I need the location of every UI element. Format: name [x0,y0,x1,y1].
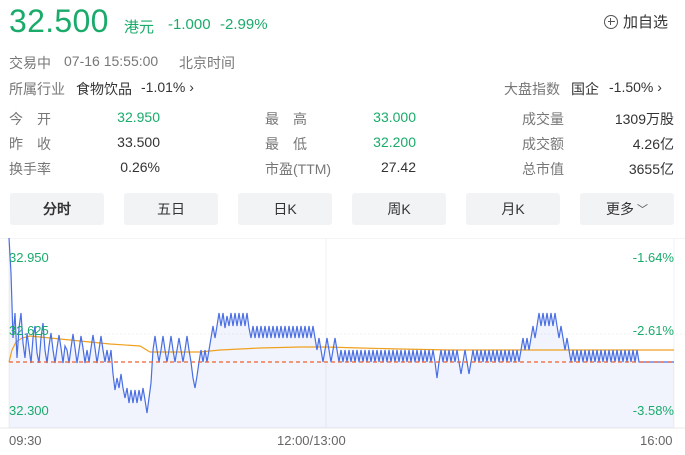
stat-label: 成交量 [522,111,564,127]
stat-value: 33.000 [373,109,416,125]
stat-label: 最 低 [265,136,307,152]
chevron-right-icon: › [189,79,194,95]
market-index-name: 国企 [571,81,599,97]
currency-label: 港元 [124,19,155,36]
tab-label: 更多 [606,201,634,217]
x-axis-label-close: 16:00 [640,433,673,448]
plus-circle-icon [604,14,618,29]
market-index-label: 大盘指数 [504,81,560,97]
price-area [9,238,674,428]
timezone-label: 北京时间 [179,55,235,71]
tab-label: 分时 [43,201,71,217]
add-watchlist-label: 加自选 [623,14,669,31]
tab-label: 周K [387,201,411,217]
stat-label: 换手率 [9,161,51,177]
stat-value: 32.950 [117,109,160,125]
industry-name: 食物饮品 [76,81,132,97]
stat-label: 昨 收 [9,136,51,152]
y-axis-right-top: -1.64% [633,250,675,265]
stat-value: 32.200 [373,134,416,150]
industry-change-link[interactable]: -1.01% › [141,79,194,95]
y-axis-left-bottom: 32.300 [9,403,49,418]
stat-value: 27.42 [380,159,416,175]
quote-datetime: 07-16 15:55:00 [64,53,159,69]
tab-five-day[interactable]: 五日 [124,193,218,225]
price-change-pct: -2.99% [220,16,268,33]
industry-label: 所属行业 [9,81,65,97]
stat-value: 4.26亿 [632,136,674,152]
stat-label: 成交额 [522,136,564,152]
market-index-change-link[interactable]: -1.50% › [609,79,662,95]
stat-label: 市盈(TTM) [265,161,332,177]
intraday-chart[interactable]: 32.950 32.625 32.300 -1.64% -2.61% -3.58… [0,238,685,433]
stat-label: 最 高 [265,111,307,127]
x-axis-label-open: 09:30 [9,433,42,448]
market-index-change: -1.50% [609,79,654,95]
tab-daily-k[interactable]: 日K [238,193,332,225]
stat-label: 今 开 [9,111,51,127]
stat-value: 1309万股 [614,111,674,127]
y-axis-left-top: 32.950 [9,250,49,265]
y-axis-right-mid: -2.61% [633,323,675,338]
price-change: -1.000 [168,16,211,33]
current-price: 32.500 [9,3,109,39]
chevron-down-icon: ﹀ [637,204,648,216]
tab-monthly-k[interactable]: 月K [466,193,560,225]
tab-label: 五日 [157,201,185,217]
tab-label: 日K [273,201,297,217]
tab-label: 月K [501,201,525,217]
market-index-link[interactable]: 国企 [571,79,599,99]
tab-more[interactable]: 更多 ﹀ [580,193,674,225]
tab-intraday[interactable]: 分时 [10,193,104,225]
stat-label: 总市值 [522,161,564,177]
y-axis-right-bottom: -3.58% [633,403,675,418]
industry-change: -1.01% [141,79,186,95]
trading-status: 交易中 [9,55,51,71]
stat-value: 0.26% [120,159,160,175]
stat-value: 3655亿 [628,161,674,177]
stat-value: 33.500 [117,134,160,150]
industry-link[interactable]: 食物饮品 [76,79,132,99]
chevron-right-icon: › [657,79,662,95]
tab-weekly-k[interactable]: 周K [352,193,446,225]
x-axis-label-midday: 12:00/13:00 [277,433,346,448]
add-watchlist-button[interactable]: 加自选 [604,11,668,32]
y-axis-left-mid: 32.625 [9,323,49,338]
